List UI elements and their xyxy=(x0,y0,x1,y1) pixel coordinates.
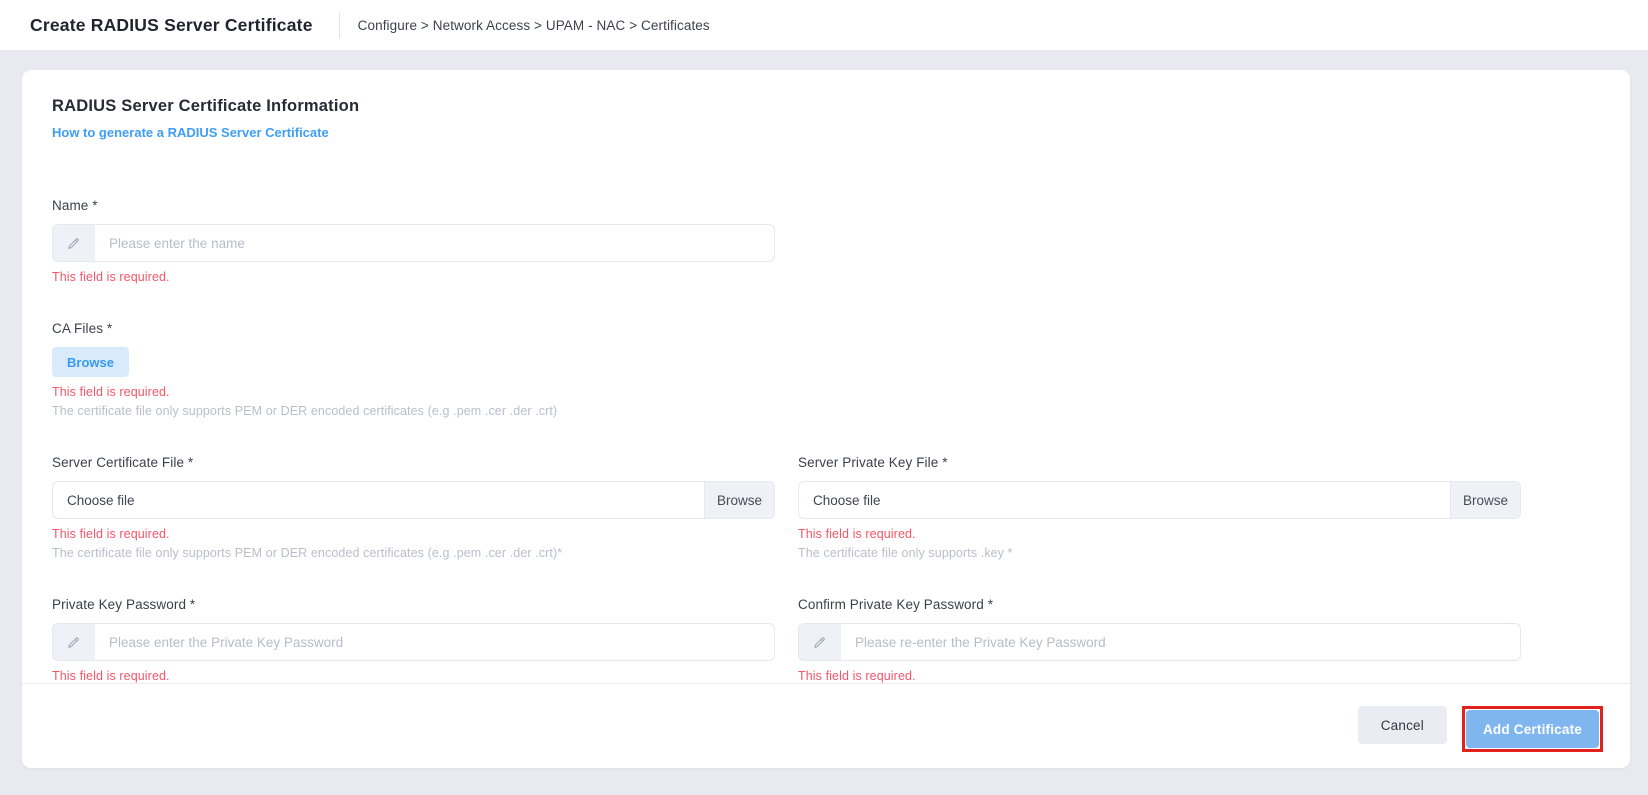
ca-files-helper: The certificate file only supports PEM o… xyxy=(52,404,775,418)
confirm-password-label: Confirm Private Key Password * xyxy=(798,597,1521,612)
page-title: Create RADIUS Server Certificate xyxy=(30,15,313,36)
confirm-password-input-group xyxy=(798,623,1521,661)
card-body: RADIUS Server Certificate Information Ho… xyxy=(22,70,1630,683)
ca-files-error: This field is required. xyxy=(52,385,775,399)
server-key-error: This field is required. xyxy=(798,527,1521,541)
server-cert-error: This field is required. xyxy=(52,527,775,541)
name-field-group: Name * This field is required. xyxy=(52,198,775,284)
server-cert-label: Server Certificate File * xyxy=(52,455,775,470)
name-input[interactable] xyxy=(94,224,775,262)
form-footer: Cancel Add Certificate xyxy=(22,683,1630,768)
breadcrumb[interactable]: Configure > Network Access > UPAM - NAC … xyxy=(358,18,710,33)
add-certificate-button[interactable]: Add Certificate xyxy=(1466,710,1599,748)
confirm-password-error: This field is required. xyxy=(798,669,1521,683)
server-cert-helper: The certificate file only supports PEM o… xyxy=(52,546,775,560)
password-field-group: Private Key Password * This field is req… xyxy=(52,597,775,683)
certificate-form: Name * This field is required. CA Files … xyxy=(52,198,1600,683)
title-breadcrumb-divider xyxy=(339,12,340,38)
name-input-group xyxy=(52,224,775,262)
server-key-file-input[interactable]: Choose file Browse xyxy=(798,481,1521,519)
card-title: RADIUS Server Certificate Information xyxy=(52,97,1600,116)
certificate-form-card: RADIUS Server Certificate Information Ho… xyxy=(22,70,1630,768)
server-cert-field-group: Server Certificate File * Choose file Br… xyxy=(52,455,775,560)
ca-files-label: CA Files * xyxy=(52,321,775,336)
ca-files-browse-button[interactable]: Browse xyxy=(52,347,129,377)
server-key-file-text: Choose file xyxy=(799,482,1450,518)
confirm-password-input[interactable] xyxy=(840,623,1521,661)
password-input[interactable] xyxy=(94,623,775,661)
pencil-icon xyxy=(798,623,840,661)
password-input-group xyxy=(52,623,775,661)
pencil-icon xyxy=(52,623,94,661)
server-key-field-group: Server Private Key File * Choose file Br… xyxy=(798,455,1521,560)
how-to-generate-link[interactable]: How to generate a RADIUS Server Certific… xyxy=(52,125,329,140)
server-cert-browse-button[interactable]: Browse xyxy=(704,482,774,518)
password-label: Private Key Password * xyxy=(52,597,775,612)
ca-files-field-group: CA Files * Browse This field is required… xyxy=(52,321,775,418)
server-key-helper: The certificate file only supports .key … xyxy=(798,546,1521,560)
top-bar: Create RADIUS Server Certificate Configu… xyxy=(0,0,1648,50)
name-error: This field is required. xyxy=(52,270,775,284)
confirm-password-field-group: Confirm Private Key Password * This fiel… xyxy=(798,597,1521,683)
server-key-label: Server Private Key File * xyxy=(798,455,1521,470)
pencil-icon xyxy=(52,224,94,262)
server-cert-file-input[interactable]: Choose file Browse xyxy=(52,481,775,519)
name-label: Name * xyxy=(52,198,775,213)
cancel-button[interactable]: Cancel xyxy=(1358,706,1447,744)
click-target-annotation: Add Certificate xyxy=(1462,706,1603,752)
password-error: This field is required. xyxy=(52,669,775,683)
server-cert-file-text: Choose file xyxy=(53,482,704,518)
server-key-browse-button[interactable]: Browse xyxy=(1450,482,1520,518)
